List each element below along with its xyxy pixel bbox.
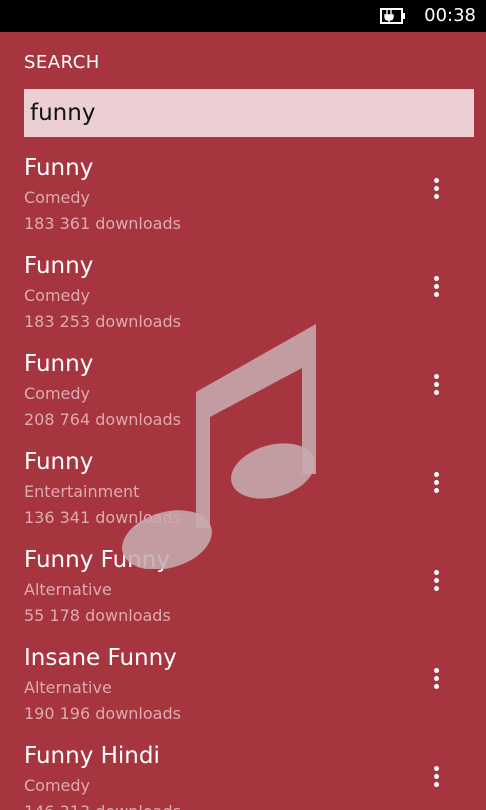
result-genre: Alternative [24, 580, 112, 599]
result-downloads: 55 178 downloads [24, 606, 171, 625]
result-genre: Comedy [24, 188, 91, 207]
result-downloads: 136 341 downloads [24, 508, 181, 527]
result-title: Funny [24, 253, 94, 279]
status-bar: 00:38 [0, 0, 486, 32]
battery-charging-icon [380, 8, 405, 24]
list-item[interactable]: Funny Funny Alternative 55 178 downloads [0, 544, 486, 642]
result-title: Funny [24, 449, 94, 475]
more-options-icon[interactable] [418, 268, 454, 304]
more-options-icon[interactable] [418, 660, 454, 696]
result-title: Insane Funny [24, 645, 177, 671]
result-downloads: 146 313 downloads [24, 801, 181, 810]
list-item[interactable]: Insane Funny Alternative 190 196 downloa… [0, 642, 486, 740]
result-title: Funny Funny [24, 547, 170, 573]
list-item[interactable]: Funny Comedy 183 361 downloads [0, 152, 486, 250]
result-genre: Alternative [24, 678, 112, 697]
results-list: Funny Comedy 183 361 downloads Funny Com… [0, 152, 486, 810]
result-genre: Comedy [24, 286, 91, 305]
search-input[interactable] [24, 89, 474, 137]
more-options-icon[interactable] [418, 758, 454, 794]
more-options-icon[interactable] [418, 464, 454, 500]
page-title: SEARCH [24, 52, 100, 73]
more-options-icon[interactable] [418, 366, 454, 402]
result-genre: Comedy [24, 384, 91, 403]
result-downloads: 190 196 downloads [24, 704, 181, 723]
result-title: Funny [24, 351, 94, 377]
result-genre: Comedy [24, 776, 91, 795]
more-options-icon[interactable] [418, 562, 454, 598]
more-options-icon[interactable] [418, 170, 454, 206]
result-downloads: 208 764 downloads [24, 410, 181, 429]
list-item[interactable]: Funny Entertainment 136 341 downloads [0, 446, 486, 544]
list-item[interactable]: Funny Comedy 208 764 downloads [0, 348, 486, 446]
clock: 00:38 [424, 5, 476, 26]
search-page: SEARCH Funny Comedy 183 361 downloads Fu… [0, 32, 486, 810]
result-downloads: 183 253 downloads [24, 312, 181, 331]
result-title: Funny Hindi [24, 743, 160, 769]
result-title: Funny [24, 155, 94, 181]
list-item[interactable]: Funny Comedy 183 253 downloads [0, 250, 486, 348]
result-genre: Entertainment [24, 482, 140, 501]
list-item[interactable]: Funny Hindi Comedy 146 313 downloads [0, 740, 486, 810]
result-downloads: 183 361 downloads [24, 214, 181, 233]
